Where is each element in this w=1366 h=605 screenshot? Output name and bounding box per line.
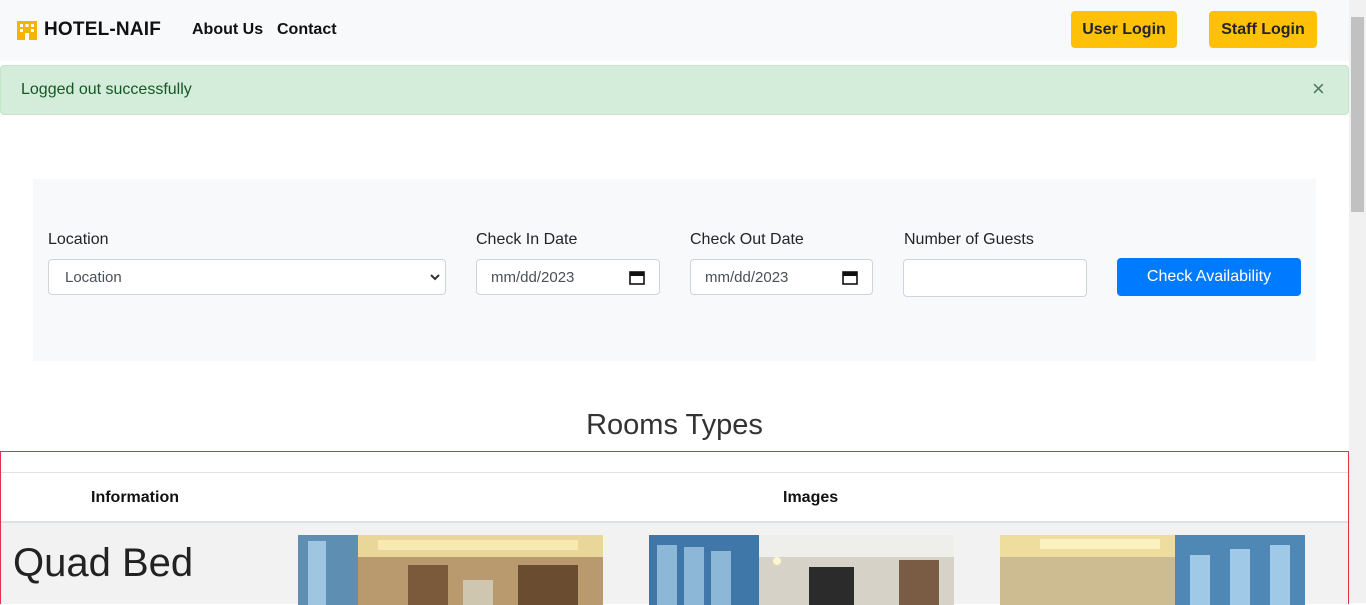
close-icon[interactable]: × [1312,78,1325,100]
room-type-name: Quad Bed [13,541,194,585]
guests-input[interactable] [903,259,1087,297]
checkout-label: Check Out Date [690,231,804,248]
chevron-down-icon [429,270,441,287]
hotel-icon [16,19,38,41]
brand-name: HOTEL-NAIF [44,19,162,40]
logout-alert: Logged out successfully × [0,65,1349,115]
location-select-value: Location [65,268,122,286]
check-availability-button[interactable]: Check Availability [1117,258,1301,296]
rooms-title: Rooms Types [586,409,763,441]
table-caption-row [1,452,1348,473]
column-header-images: Images [783,489,839,506]
alert-message: Logged out successfully [21,81,192,98]
location-label: Location [48,231,109,248]
room-image[interactable] [298,535,603,605]
rooms-table: Information Images Quad Bed [0,451,1349,605]
staff-login-button[interactable]: Staff Login [1209,11,1317,48]
checkin-date-input[interactable]: mm/dd/2023 [476,259,660,295]
brand[interactable]: HOTEL-NAIF [16,19,161,41]
room-image[interactable] [649,535,954,605]
nav-link-contact[interactable]: Contact [277,21,337,39]
navbar: HOTEL-NAIF About Us Contact User Login S… [0,0,1349,61]
user-login-button[interactable]: User Login [1071,11,1177,48]
nav-link-about[interactable]: About Us [192,21,263,39]
checkout-date-input[interactable]: mm/dd/2023 [690,259,873,295]
calendar-icon[interactable] [842,270,858,289]
checkin-label: Check In Date [476,231,578,248]
room-image[interactable] [1000,535,1305,605]
checkin-value: mm/dd/2023 [491,268,575,286]
scrollbar-thumb[interactable] [1351,17,1364,212]
checkout-value: mm/dd/2023 [705,268,789,286]
calendar-icon[interactable] [629,270,645,289]
location-select[interactable]: Location [48,259,446,295]
guests-label: Number of Guests [904,231,1034,248]
column-header-information: Information [91,489,179,506]
